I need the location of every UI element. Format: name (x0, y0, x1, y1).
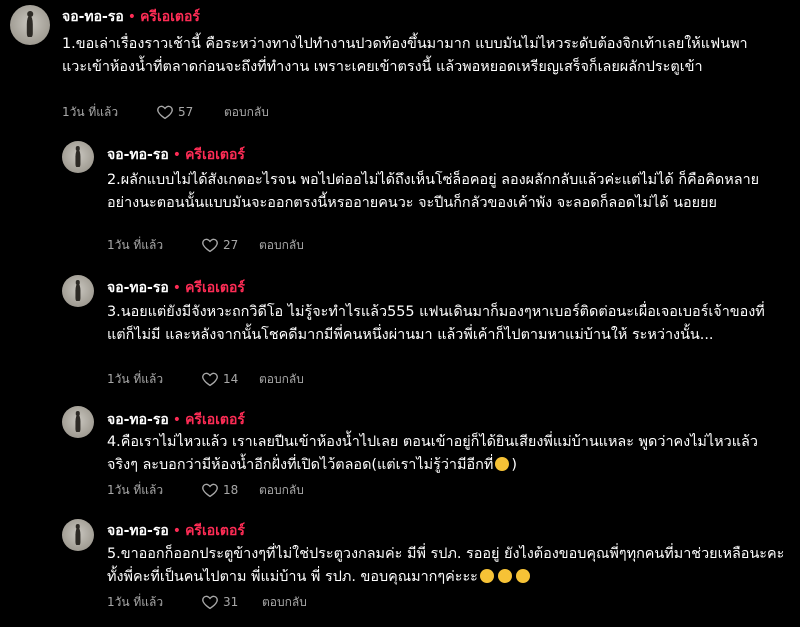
heart-icon[interactable] (201, 481, 219, 499)
like-count: 31 (223, 595, 239, 609)
reply-button[interactable]: ตอบกลับ (262, 594, 307, 610)
star-struck-emoji-icon (479, 568, 494, 583)
creator-badge: ครีเอเตอร์ (140, 9, 200, 25)
username[interactable]: จอ-ทอ-รอ (107, 523, 169, 539)
creator-badge: ครีเอเตอร์ (185, 147, 245, 163)
comment-text: 5.ขาออกก็ออกประตูข้างๆที่ไม่ใช่ประตูวงกล… (107, 543, 787, 588)
like-count: 14 (223, 372, 239, 386)
separator: • (172, 412, 182, 428)
timestamp: 1วัน ที่แล้ว (107, 372, 164, 386)
comment-header: จอ-ทอ-รอ • ครีเอเตอร์ (107, 279, 245, 297)
heart-icon[interactable] (201, 593, 219, 611)
comment-text: 4.คือเราไม่ไหวแล้ว เราเลยปีนเข้าห้องน้ำไ… (107, 431, 787, 476)
reply-button[interactable]: ตอบกลับ (259, 482, 304, 498)
heart-icon[interactable] (201, 236, 219, 254)
comment-3: จอ-ทอ-รอ • ครีเอเตอร์ 3.นอยแต่ยังมีจังหวะถ… (0, 266, 800, 387)
comment-text-main: 5.ขาออกก็ออกประตูข้างๆที่ไม่ใช่ประตูวงกล… (107, 546, 785, 585)
comment-header: จอ-ทอ-รอ • ครีเอเตอร์ (62, 8, 200, 26)
timestamp: 1วัน ที่แล้ว (107, 483, 164, 497)
separator: • (172, 147, 182, 163)
avatar[interactable] (10, 5, 50, 45)
grinning-face-emoji-icon (495, 456, 510, 471)
comment-meta: 1วัน ที่แล้ว 57 ตอบกลับ (62, 104, 362, 120)
comment-4: จอ-ทอ-รอ • ครีเอเตอร์ 4.คือเราไม่ไหวแล้ว เ… (0, 400, 800, 500)
username[interactable]: จอ-ทอ-รอ (107, 412, 169, 428)
avatar[interactable] (62, 275, 94, 307)
creator-badge: ครีเอเตอร์ (185, 412, 245, 428)
separator: • (172, 523, 182, 539)
avatar[interactable] (62, 141, 94, 173)
comment-2: จอ-ทอ-รอ • ครีเอเตอร์ 2.ผลักแบบไม่ได้สังเก… (0, 132, 800, 253)
comment-5: จอ-ทอ-รอ • ครีเอเตอร์ 5.ขาออกก็ออกประตูข้า… (0, 512, 800, 627)
username[interactable]: จอ-ทอ-รอ (62, 9, 124, 25)
like-count: 27 (223, 238, 239, 252)
comment-header: จอ-ทอ-รอ • ครีเอเตอร์ (107, 411, 245, 429)
comment-text: 3.นอยแต่ยังมีจังหวะถกวิดีโอ ไม่รู้จะทำไร… (107, 304, 765, 343)
timestamp: 1วัน ที่แล้ว (107, 238, 164, 252)
comment-text: 2.ผลักแบบไม่ได้สังเกตอะไรจน พอไปต่ออไม่ไ… (107, 172, 760, 211)
comment-text-main: 4.คือเราไม่ไหวแล้ว เราเลยปีนเข้าห้องน้ำไ… (107, 434, 758, 473)
heart-icon[interactable] (156, 103, 174, 121)
comment-meta: 1วัน ที่แล้ว 18 ตอบกลับ (107, 482, 357, 498)
smiling-face-emoji-icon (497, 568, 512, 583)
avatar[interactable] (62, 519, 94, 551)
like-count: 18 (223, 483, 239, 497)
comment-1: จอ-ทอ-รอ • ครีเอเตอร์ 1.ขอเล่าเรื่องราวเช้… (0, 0, 800, 125)
like-count: 57 (178, 105, 194, 119)
reply-button[interactable]: ตอบกลับ (259, 371, 304, 387)
comment-text: 1.ขอเล่าเรื่องราวเช้านี้ คือระหว่างทางไป… (62, 36, 748, 75)
comment-meta: 1วัน ที่แล้ว 14 ตอบกลับ (107, 371, 357, 387)
creator-badge: ครีเอเตอร์ (185, 523, 245, 539)
reply-button[interactable]: ตอบกลับ (259, 237, 304, 253)
comment-header: จอ-ทอ-รอ • ครีเอเตอร์ (107, 146, 245, 164)
separator: • (127, 9, 137, 25)
comment-meta: 1วัน ที่แล้ว 27 ตอบกลับ (107, 237, 357, 253)
timestamp: 1วัน ที่แล้ว (62, 105, 119, 119)
reply-button[interactable]: ตอบกลับ (224, 104, 269, 120)
avatar[interactable] (62, 406, 94, 438)
separator: • (172, 280, 182, 296)
heart-icon[interactable] (201, 370, 219, 388)
comment-text-end: ) (511, 456, 517, 473)
star-struck-emoji-icon (515, 568, 530, 583)
comment-header: จอ-ทอ-รอ • ครีเอเตอร์ (107, 522, 245, 540)
creator-badge: ครีเอเตอร์ (185, 280, 245, 296)
comment-meta: 1วัน ที่แล้ว 31 ตอบกลับ (107, 594, 357, 610)
timestamp: 1วัน ที่แล้ว (107, 595, 164, 609)
username[interactable]: จอ-ทอ-รอ (107, 280, 169, 296)
username[interactable]: จอ-ทอ-รอ (107, 147, 169, 163)
